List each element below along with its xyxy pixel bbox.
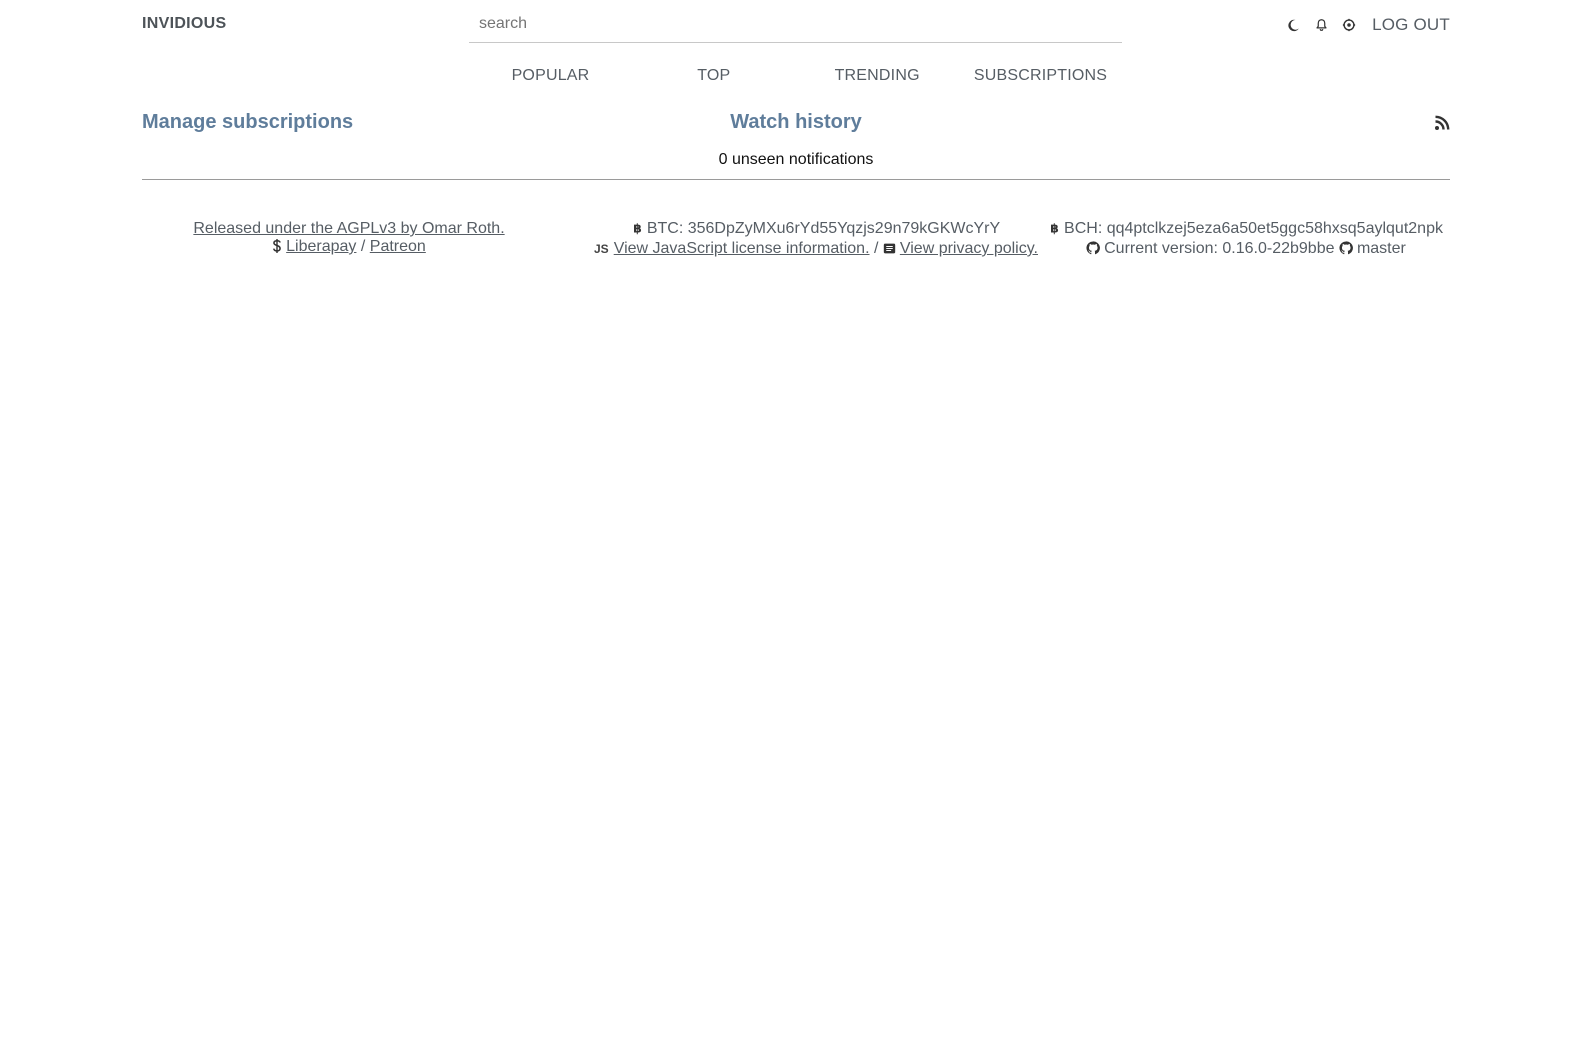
moon-icon[interactable]: [1286, 18, 1300, 32]
btc-address: BTC: 356DpZyMXu6rYd55Yqzjs29n79kGKWcYrY: [646, 220, 1001, 237]
search-input[interactable]: [469, 8, 1122, 40]
notifications-count: 0 unseen notifications: [718, 151, 874, 168]
license-link[interactable]: Released under the AGPLv3 by Omar Roth.: [193, 220, 504, 237]
version-text: Current version: 0.16.0-22b9bbe: [1104, 240, 1335, 257]
tab-subscriptions[interactable]: SUBSCRIPTIONS: [959, 64, 1122, 88]
manage-subscriptions-link[interactable]: Manage subscriptions: [142, 111, 353, 134]
navbar: INVIDIOUS search LOG OUT: [0, 0, 1584, 50]
bitcoin-icon: ฿: [632, 221, 643, 240]
footer-col-btc: ฿ BTC: 356DpZyMXu6rYd55Yqzjs29n79kGKWcYr…: [586, 220, 1046, 260]
tab-trending[interactable]: TRENDING: [796, 64, 959, 88]
rss-icon[interactable]: [1434, 115, 1450, 131]
user-tools: LOG OUT: [1272, 14, 1450, 36]
tab-top[interactable]: TOP: [632, 64, 795, 88]
settings-icon[interactable]: [1342, 18, 1356, 32]
github-branch-icon: [1339, 241, 1353, 260]
footer-col-license: Released under the AGPLv3 by Omar Roth. …: [142, 220, 556, 258]
branch-text: master: [1356, 240, 1406, 257]
js-icon: JS: [594, 242, 609, 256]
brand-link[interactable]: INVIDIOUS: [142, 15, 227, 33]
bitcoin-cash-icon: ฿: [1049, 221, 1060, 240]
donate-separator: /: [356, 238, 370, 255]
subscriptions-header: Manage subscriptions Watch history: [142, 108, 1450, 138]
liberapay-link[interactable]: Liberapay: [286, 238, 356, 255]
policy-separator: /: [869, 240, 883, 257]
footer-col-version: ฿ BCH: qq4ptclkzej5eza6a50et5ggc58hxsq5a…: [1042, 220, 1450, 260]
svg-text:฿: ฿: [633, 221, 642, 235]
logout-button[interactable]: LOG OUT: [1372, 15, 1450, 35]
divider: [142, 179, 1450, 180]
feed-menu: POPULAR TOP TRENDING SUBSCRIPTIONS: [469, 64, 1122, 88]
js-license-link[interactable]: View JavaScript license information.: [614, 240, 870, 257]
page: INVIDIOUS search LOG OUT POPULAR TOP TRE…: [0, 0, 1584, 1038]
watch-history-link[interactable]: Watch history: [730, 111, 862, 134]
dollar-icon: [272, 239, 282, 258]
search-box: [469, 8, 1122, 43]
bch-address: BCH: qq4ptclkzej5eza6a50et5ggc58hxsq5ayl…: [1064, 220, 1443, 237]
github-icon: [1086, 241, 1101, 260]
svg-text:฿: ฿: [1050, 221, 1059, 235]
bell-icon[interactable]: [1314, 18, 1328, 32]
privacy-policy-link[interactable]: View privacy policy.: [900, 240, 1038, 257]
patreon-link[interactable]: Patreon: [370, 238, 426, 255]
tab-popular[interactable]: POPULAR: [469, 64, 632, 88]
document-icon: [883, 242, 896, 260]
